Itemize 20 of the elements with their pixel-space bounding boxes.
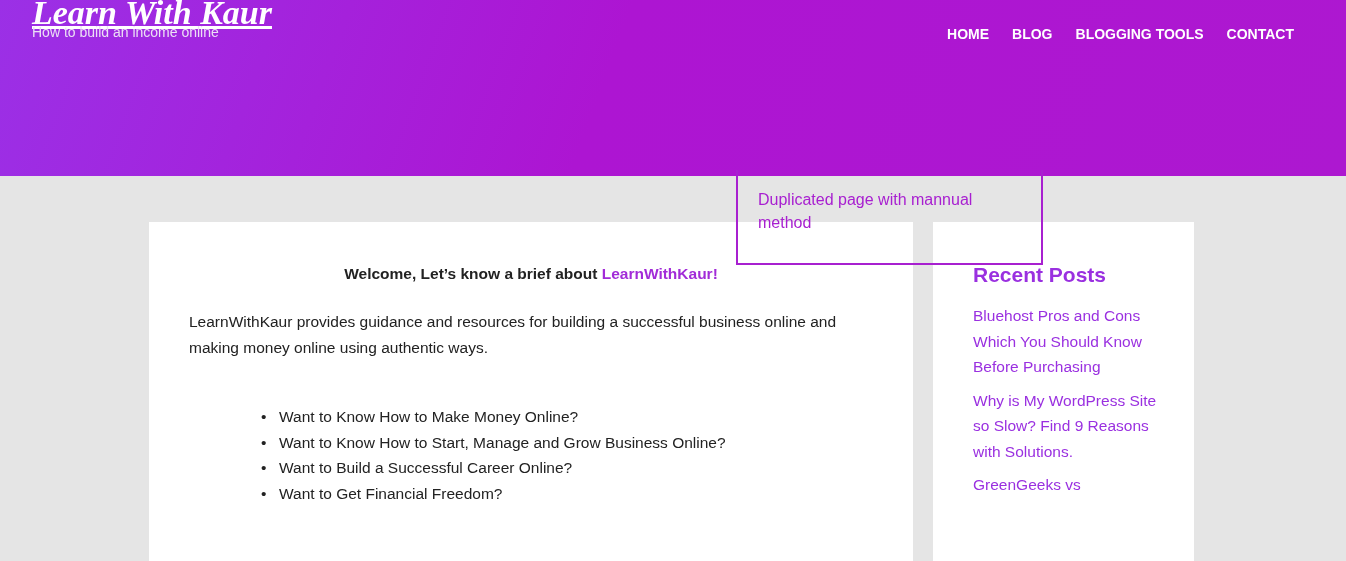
annotation-box: Duplicated page with mannual method — [736, 170, 1043, 265]
bullet-icon: • — [261, 455, 279, 481]
intro-paragraph: LearnWithKaur provides guidance and resources for building a successful business online and making money online using authentic ways. — [189, 312, 838, 358]
bullet-icon: • — [261, 429, 279, 456]
sidebar-heading: Recent Posts — [973, 262, 1108, 288]
nav-link[interactable]: CONTACT — [1226, 24, 1294, 45]
post-link[interactable]: Why is My WordPress Site so Slow? Find 9 Reasons with Solutions. — [973, 387, 1164, 465]
bullet-icon: • — [261, 404, 279, 430]
intro-heading: Welcome, Let’s know a brief about LearnWithKaur! — [343, 264, 719, 284]
bullet-text: Want to Get Financial Freedom? — [279, 483, 503, 504]
bullet-text: Want to Know How to Start, Manage and Grow Business Online? — [279, 432, 726, 453]
nav-link[interactable]: HOME — [947, 24, 990, 45]
bullet-text: Want to Build a Successful Career Online? — [279, 458, 573, 479]
bullet-text: Want to Know How to Make Money Online? — [279, 407, 579, 428]
site-link[interactable]: LearnWithKaur! — [601, 265, 718, 282]
post-link[interactable]: Bluehost Pros and Cons Which You Should Know Before Purchasing — [973, 303, 1164, 380]
nav-link[interactable]: BLOG — [1012, 24, 1053, 45]
post-link[interactable]: GreenGeeks vs — [973, 472, 1164, 498]
bullet-icon: • — [261, 480, 279, 507]
nav-link[interactable]: BLOGGING TOOLS — [1075, 24, 1204, 45]
